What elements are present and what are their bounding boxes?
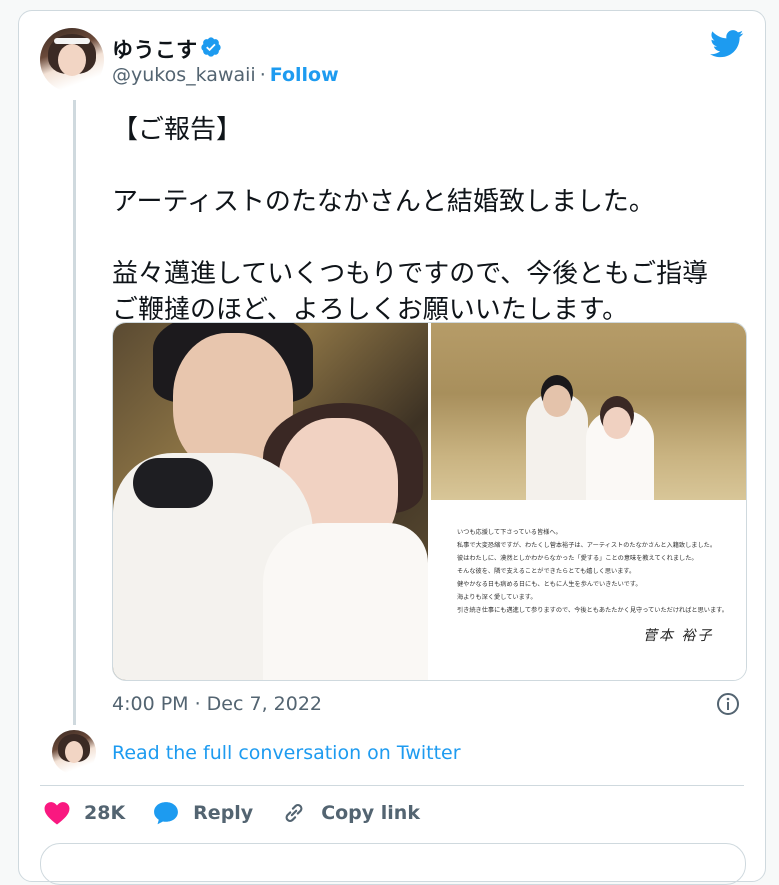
letter-line: いつも応援して下さっている皆様へ。 <box>457 529 562 536</box>
announcement-letter[interactable]: いつも応援して下さっている皆様へ。 私事で大変恐縮ですが、わたくし菅本裕子は、ア… <box>431 500 746 680</box>
reply-label: Reply <box>193 802 254 824</box>
heart-icon <box>44 802 70 825</box>
copy-link-label: Copy link <box>321 802 420 824</box>
read-conversation-link[interactable]: Read the full conversation on Twitter <box>112 742 461 764</box>
author-display-name[interactable]: ゆうこす <box>112 34 198 64</box>
link-icon <box>285 804 303 822</box>
verified-badge-icon <box>201 37 221 57</box>
divider <box>40 785 744 786</box>
like-count: 28K <box>84 802 126 824</box>
separator: · <box>259 64 266 86</box>
couple-photo-closeup[interactable] <box>113 323 428 680</box>
follow-button[interactable]: Follow <box>270 64 339 86</box>
letter-line: 私事で大変恐縮ですが、わたくし菅本裕子は、アーティストのたなかさんと入籍致しまし… <box>457 542 717 549</box>
letter-line: 海よりも深く愛しています。 <box>457 594 537 601</box>
author-avatar[interactable] <box>40 28 104 92</box>
letter-line: 引き続き仕事にも邁進して参りますので、今後ともあたたかく見守っていただければと思… <box>457 607 728 614</box>
letter-signature: 菅本 裕子 <box>643 628 714 644</box>
info-icon[interactable] <box>716 692 740 716</box>
conversation-avatar[interactable] <box>52 730 96 774</box>
twitter-bird-icon[interactable] <box>710 30 744 58</box>
tweet-timestamp[interactable]: 4:00 PM · Dec 7, 2022 <box>112 693 322 715</box>
thread-line <box>73 100 76 725</box>
couple-photo-cliff[interactable] <box>431 323 746 500</box>
author-handle[interactable]: @yukos_kawaii <box>112 64 256 86</box>
letter-line: そんな彼を、隣で支えることができたらとても嬉しく思います。 <box>457 568 636 575</box>
tweet-text: 【ご報告】 アーティストのたなかさんと結婚致しました。 益々邁進していくつもりで… <box>112 115 709 325</box>
tweet-media[interactable]: いつも応援して下さっている皆様へ。 私事で大変恐縮ですが、わたくし菅本裕子は、ア… <box>112 322 747 681</box>
letter-line: 彼はわたしに、漠然としかわからなかった「愛する」ことの意味を教えてくれました。 <box>457 555 698 562</box>
like-button[interactable]: 28K <box>44 801 125 825</box>
read-replies-button[interactable] <box>40 843 746 885</box>
reply-button[interactable]: Reply <box>153 801 253 825</box>
letter-line: 健やかなる日も病める日にも、ともに人生を歩んでいきたいです。 <box>457 581 642 588</box>
copy-link-button[interactable]: Copy link <box>281 800 420 826</box>
reply-bubble-icon <box>154 802 179 825</box>
